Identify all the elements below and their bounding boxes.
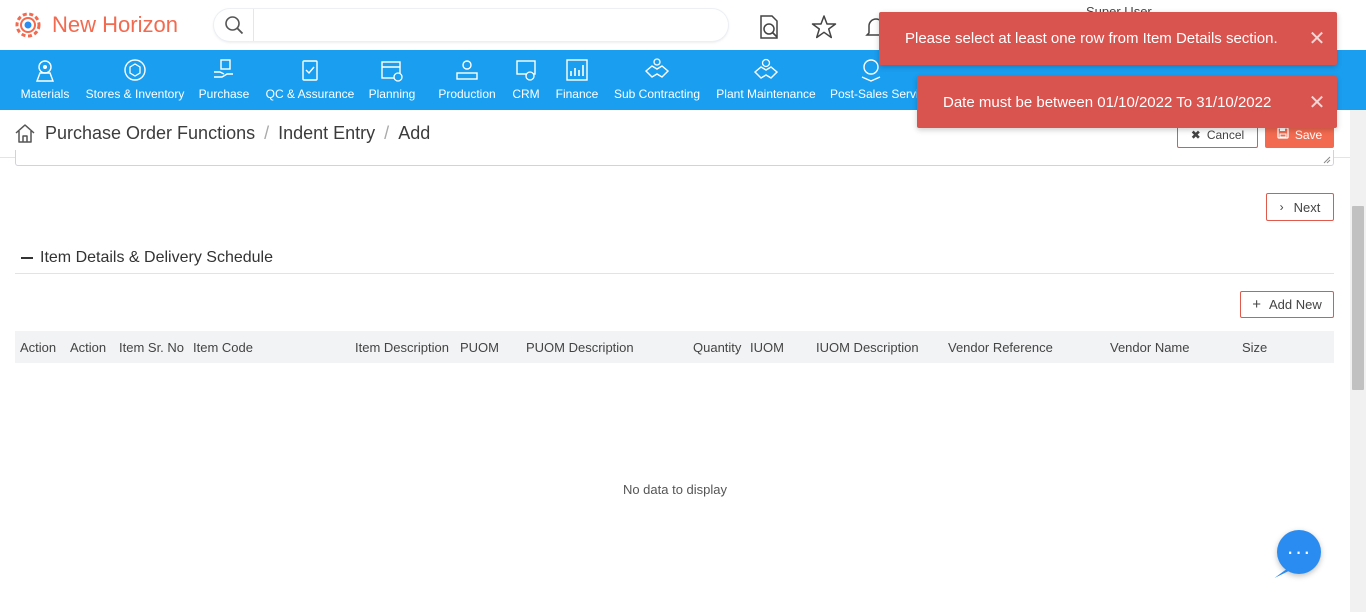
page-scrollbar[interactable] xyxy=(1350,110,1366,612)
breadcrumb-item-add: Add xyxy=(398,123,431,143)
global-search[interactable] xyxy=(214,9,728,41)
finance-icon xyxy=(566,59,588,81)
app-logo[interactable]: New Horizon xyxy=(12,9,178,41)
nav-label: Stores & Inventory xyxy=(85,87,185,101)
error-toast-item-selection: Please select at least one row from Item… xyxy=(879,12,1337,65)
column-header-iuom-description[interactable]: IUOM Description xyxy=(816,340,919,355)
nav-item-finance[interactable]: Finance xyxy=(550,50,604,110)
nav-item-qc-assurance[interactable]: QC & Assurance xyxy=(265,50,355,110)
plus-icon: + xyxy=(1252,296,1261,313)
nav-label: Sub Contracting xyxy=(613,87,701,101)
search-input[interactable] xyxy=(262,11,728,39)
cancel-label: Cancel xyxy=(1206,127,1245,142)
breadcrumb-item-purchase-order-functions[interactable]: Purchase Order Functions xyxy=(45,123,255,144)
nav-label: Production xyxy=(438,87,496,101)
column-header-iuom[interactable]: IUOM xyxy=(750,340,784,355)
nav-item-stores-inventory[interactable]: Stores & Inventory xyxy=(86,50,184,110)
nav-item-planning[interactable]: Planning xyxy=(352,50,432,110)
section-title: Item Details & Delivery Schedule xyxy=(40,248,273,266)
scrollbar-thumb[interactable] xyxy=(1352,206,1364,390)
breadcrumb-separator: / xyxy=(264,123,270,143)
qc-assurance-icon xyxy=(302,60,318,81)
nav-label: Materials xyxy=(20,87,70,101)
chevron-right-icon: › xyxy=(1279,200,1284,214)
close-icon: ✖ xyxy=(1190,127,1201,142)
breadcrumb-separator: / xyxy=(384,123,390,143)
nav-label: Purchase xyxy=(198,87,250,101)
nav-item-crm[interactable]: CRM xyxy=(502,50,550,110)
error-toast-date-range: Date must be between 01/10/2022 To 31/10… xyxy=(917,76,1337,128)
planning-icon xyxy=(381,61,403,82)
breadcrumb: Purchase Order Functions / Indent Entry … xyxy=(45,123,430,144)
column-header-vendor-name[interactable]: Vendor Name xyxy=(1110,340,1190,355)
item-details-section-header[interactable]: Item Details & Delivery Schedule xyxy=(15,242,1334,274)
sub-contracting-icon xyxy=(644,58,670,78)
remarks-textarea[interactable] xyxy=(15,150,1334,166)
column-header-size[interactable]: Size xyxy=(1242,340,1267,355)
nav-label: Plant Maintenance xyxy=(716,87,816,101)
column-header-puom-description[interactable]: PUOM Description xyxy=(526,340,634,355)
breadcrumb-item-indent-entry[interactable]: Indent Entry xyxy=(278,123,375,144)
plant-maintenance-icon xyxy=(753,58,779,79)
search-icon[interactable] xyxy=(214,9,254,41)
item-grid-header: Action Action Item Sr. No Item Code Item… xyxy=(15,331,1334,363)
nav-label: Post-Sales Servic xyxy=(830,87,922,101)
nav-label: Finance xyxy=(555,87,599,101)
collapse-minus-icon[interactable] xyxy=(21,256,33,259)
resize-grip-icon[interactable] xyxy=(1323,156,1331,164)
floppy-disk-icon xyxy=(1277,127,1289,142)
home-icon[interactable] xyxy=(14,122,36,144)
document-search-icon[interactable] xyxy=(755,13,783,41)
nav-label: Planning xyxy=(368,87,416,101)
column-header-action-2[interactable]: Action xyxy=(70,340,106,355)
nav-item-production[interactable]: Production xyxy=(432,50,502,110)
next-label: Next xyxy=(1293,199,1321,215)
production-icon xyxy=(456,60,478,80)
toast-close-icon[interactable]: ✕ xyxy=(1297,90,1337,115)
purchase-icon xyxy=(214,59,233,78)
column-header-item-code[interactable]: Item Code xyxy=(193,340,253,355)
nav-item-plant-maintenance[interactable]: Plant Maintenance xyxy=(710,50,822,110)
nav-item-materials[interactable]: Materials xyxy=(0,50,90,110)
save-label: Save xyxy=(1294,127,1323,142)
column-header-item-sr-no[interactable]: Item Sr. No xyxy=(119,340,184,355)
add-new-button[interactable]: + Add New xyxy=(1240,291,1334,318)
nav-item-purchase[interactable]: Purchase xyxy=(180,50,268,110)
column-header-item-description[interactable]: Item Description xyxy=(355,340,449,355)
materials-icon xyxy=(35,60,55,82)
nav-item-sub-contracting[interactable]: Sub Contracting xyxy=(604,50,710,110)
grid-empty-message: No data to display xyxy=(622,482,728,497)
next-button[interactable]: › Next xyxy=(1266,193,1334,221)
toast-message: Date must be between 01/10/2022 To 31/10… xyxy=(943,93,1272,111)
column-header-quantity[interactable]: Quantity xyxy=(693,340,741,355)
stores-inventory-icon xyxy=(124,59,146,81)
add-new-label: Add New xyxy=(1269,297,1322,312)
toast-close-icon[interactable]: ✕ xyxy=(1297,26,1337,51)
gear-logo-icon xyxy=(15,12,41,38)
nav-label: CRM xyxy=(512,87,540,101)
chat-dots-icon: ··· xyxy=(1286,539,1312,564)
crm-icon xyxy=(516,60,536,81)
favorites-star-icon[interactable] xyxy=(810,13,838,41)
toast-message: Please select at least one row from Item… xyxy=(905,30,1278,47)
column-header-action[interactable]: Action xyxy=(20,340,56,355)
column-header-vendor-reference[interactable]: Vendor Reference xyxy=(948,340,1053,355)
app-name: New Horizon xyxy=(52,12,178,37)
chat-bubble-button[interactable]: ··· xyxy=(1277,530,1321,574)
nav-label: QC & Assurance xyxy=(265,87,355,101)
column-header-puom[interactable]: PUOM xyxy=(460,340,499,355)
